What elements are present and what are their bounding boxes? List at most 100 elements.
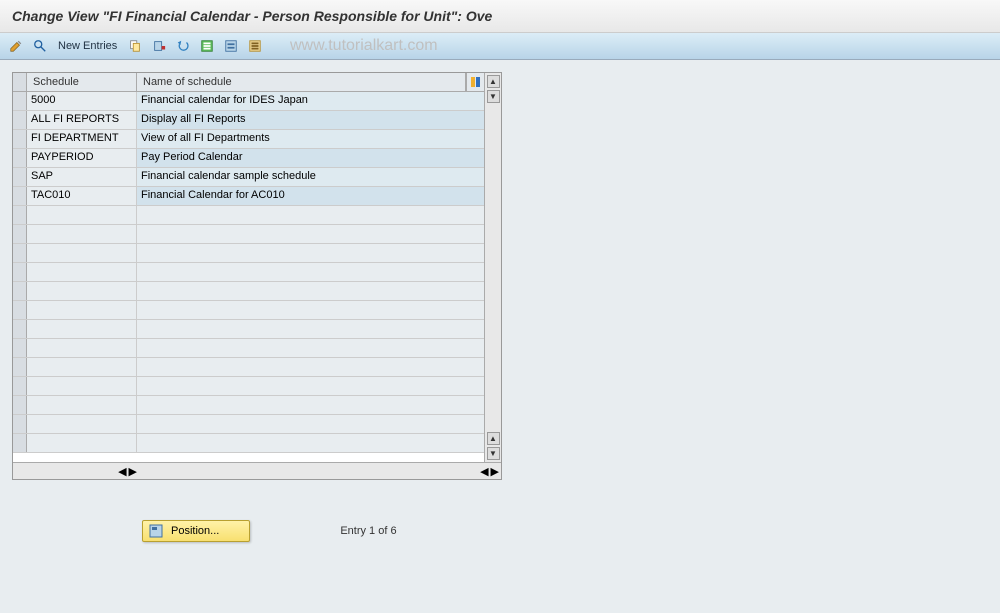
row-selector-header[interactable]: [13, 73, 27, 91]
cell-schedule[interactable]: ALL FI REPORTS: [27, 111, 137, 129]
cell-name[interactable]: [137, 415, 484, 433]
table-row[interactable]: ALL FI REPORTSDisplay all FI Reports: [13, 111, 484, 130]
position-button[interactable]: Position...: [142, 520, 250, 542]
scroll-left-step-icon[interactable]: ◀: [480, 465, 488, 478]
cell-name[interactable]: Financial Calendar for AC010: [137, 187, 484, 205]
cell-name[interactable]: [137, 434, 484, 452]
cell-schedule[interactable]: [27, 396, 137, 414]
table-row-empty[interactable]: [13, 206, 484, 225]
row-selector[interactable]: [13, 263, 27, 281]
change-icon[interactable]: [6, 36, 26, 56]
cell-name[interactable]: Display all FI Reports: [137, 111, 484, 129]
cell-name[interactable]: [137, 377, 484, 395]
cell-schedule[interactable]: [27, 225, 137, 243]
table-row[interactable]: 5000Financial calendar for IDES Japan: [13, 92, 484, 111]
row-selector[interactable]: [13, 396, 27, 414]
table-row[interactable]: SAPFinancial calendar sample schedule: [13, 168, 484, 187]
table-row-empty[interactable]: [13, 339, 484, 358]
table-row-empty[interactable]: [13, 225, 484, 244]
table-row[interactable]: FI DEPARTMENTView of all FI Departments: [13, 130, 484, 149]
scroll-up-step-icon[interactable]: ▲: [487, 432, 500, 445]
cell-schedule[interactable]: [27, 301, 137, 319]
cell-schedule[interactable]: TAC010: [27, 187, 137, 205]
cell-name[interactable]: [137, 225, 484, 243]
delete-icon[interactable]: [149, 36, 169, 56]
cell-name[interactable]: [137, 339, 484, 357]
table-row-empty[interactable]: [13, 415, 484, 434]
scroll-right-icon[interactable]: ▶: [491, 465, 499, 478]
undo-icon[interactable]: [173, 36, 193, 56]
table-row-empty[interactable]: [13, 320, 484, 339]
cell-schedule[interactable]: [27, 282, 137, 300]
cell-name[interactable]: Financial calendar sample schedule: [137, 168, 484, 186]
cell-name[interactable]: [137, 358, 484, 376]
cell-schedule[interactable]: [27, 377, 137, 395]
copy-icon[interactable]: [125, 36, 145, 56]
new-entries-button[interactable]: New Entries: [54, 40, 121, 52]
scroll-up-icon[interactable]: ▲: [487, 75, 500, 88]
cell-schedule[interactable]: SAP: [27, 168, 137, 186]
cell-name[interactable]: [137, 301, 484, 319]
row-selector[interactable]: [13, 320, 27, 338]
col-schedule[interactable]: Schedule: [27, 73, 137, 91]
deselect-icon[interactable]: [245, 36, 265, 56]
row-selector[interactable]: [13, 301, 27, 319]
table-row-empty[interactable]: [13, 282, 484, 301]
cell-name[interactable]: [137, 320, 484, 338]
select-all-icon[interactable]: [197, 36, 217, 56]
cell-schedule[interactable]: [27, 434, 137, 452]
row-selector[interactable]: [13, 434, 27, 452]
table-row-empty[interactable]: [13, 434, 484, 453]
row-selector[interactable]: [13, 377, 27, 395]
cell-schedule[interactable]: [27, 244, 137, 262]
col-name[interactable]: Name of schedule: [137, 73, 466, 91]
row-selector[interactable]: [13, 244, 27, 262]
cell-name[interactable]: Pay Period Calendar: [137, 149, 484, 167]
row-selector[interactable]: [13, 415, 27, 433]
cell-schedule[interactable]: [27, 339, 137, 357]
table-row-empty[interactable]: [13, 377, 484, 396]
cell-schedule[interactable]: PAYPERIOD: [27, 149, 137, 167]
scroll-down-icon[interactable]: ▼: [487, 447, 500, 460]
cell-schedule[interactable]: FI DEPARTMENT: [27, 130, 137, 148]
table-row-empty[interactable]: [13, 396, 484, 415]
cell-name[interactable]: [137, 282, 484, 300]
cell-schedule[interactable]: [27, 415, 137, 433]
cell-schedule[interactable]: [27, 358, 137, 376]
display-icon[interactable]: [30, 36, 50, 56]
cell-name[interactable]: [137, 263, 484, 281]
horizontal-scrollbar[interactable]: ◀ ▶ ◀ ▶: [13, 462, 501, 479]
table-settings-icon[interactable]: [466, 73, 484, 91]
table-row[interactable]: TAC010Financial Calendar for AC010: [13, 187, 484, 206]
row-selector[interactable]: [13, 339, 27, 357]
scroll-right-step-icon[interactable]: ▶: [129, 465, 137, 478]
cell-name[interactable]: Financial calendar for IDES Japan: [137, 92, 484, 110]
cell-name[interactable]: [137, 244, 484, 262]
row-selector[interactable]: [13, 358, 27, 376]
cell-schedule[interactable]: [27, 263, 137, 281]
row-selector[interactable]: [13, 130, 27, 148]
table-row-empty[interactable]: [13, 301, 484, 320]
table-row-empty[interactable]: [13, 263, 484, 282]
table-row-empty[interactable]: [13, 244, 484, 263]
cell-schedule[interactable]: [27, 320, 137, 338]
row-selector[interactable]: [13, 282, 27, 300]
scroll-down-step-icon[interactable]: ▼: [487, 90, 500, 103]
cell-name[interactable]: [137, 206, 484, 224]
cell-schedule[interactable]: [27, 206, 137, 224]
row-selector[interactable]: [13, 225, 27, 243]
vertical-scrollbar[interactable]: ▲ ▼ ▲ ▼: [484, 73, 501, 462]
table-row[interactable]: PAYPERIODPay Period Calendar: [13, 149, 484, 168]
table-row-empty[interactable]: [13, 358, 484, 377]
cell-name[interactable]: View of all FI Departments: [137, 130, 484, 148]
cell-schedule[interactable]: 5000: [27, 92, 137, 110]
row-selector[interactable]: [13, 206, 27, 224]
select-block-icon[interactable]: [221, 36, 241, 56]
row-selector[interactable]: [13, 111, 27, 129]
row-selector[interactable]: [13, 187, 27, 205]
row-selector[interactable]: [13, 149, 27, 167]
row-selector[interactable]: [13, 168, 27, 186]
scroll-left-icon[interactable]: ◀: [118, 465, 126, 478]
cell-name[interactable]: [137, 396, 484, 414]
row-selector[interactable]: [13, 92, 27, 110]
